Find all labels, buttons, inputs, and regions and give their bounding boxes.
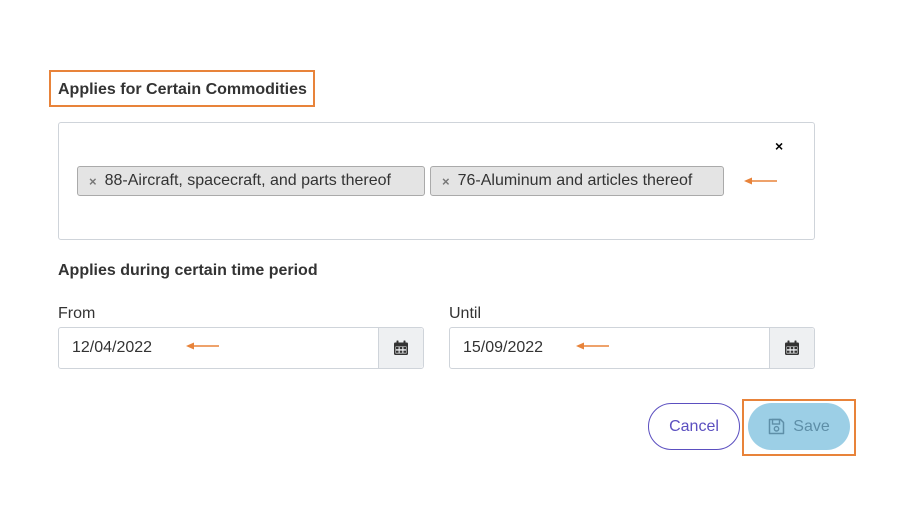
chip-remove-icon[interactable]: × (442, 175, 450, 188)
left-arrow-icon (576, 342, 609, 350)
from-date-group (58, 327, 424, 369)
until-label: Until (449, 305, 482, 322)
floppy-disk-icon (769, 418, 785, 435)
save-button[interactable]: Save (748, 403, 850, 450)
from-calendar-button[interactable] (378, 328, 423, 368)
commodity-chip[interactable]: × 76-Aluminum and articles thereof (430, 166, 724, 196)
from-label: From (58, 305, 96, 322)
cancel-button[interactable]: Cancel (648, 403, 740, 450)
left-arrow-icon (744, 177, 777, 185)
calendar-icon (785, 340, 799, 355)
chip-label: 76-Aluminum and articles thereof (457, 172, 693, 189)
chip-remove-icon[interactable]: × (89, 175, 97, 188)
until-date-input[interactable] (450, 328, 770, 368)
clear-all-button[interactable]: × (775, 138, 783, 154)
until-calendar-button[interactable] (769, 328, 814, 368)
left-arrow-icon (186, 342, 219, 350)
save-label: Save (793, 417, 830, 435)
chip-label: 88-Aircraft, spacecraft, and parts there… (104, 172, 391, 189)
calendar-icon (394, 340, 408, 355)
until-date-group (449, 327, 815, 369)
time-period-title: Applies during certain time period (58, 262, 318, 279)
commodities-title: Applies for Certain Commodities (58, 81, 307, 98)
commodity-chip[interactable]: × 88-Aircraft, spacecraft, and parts the… (77, 166, 425, 196)
